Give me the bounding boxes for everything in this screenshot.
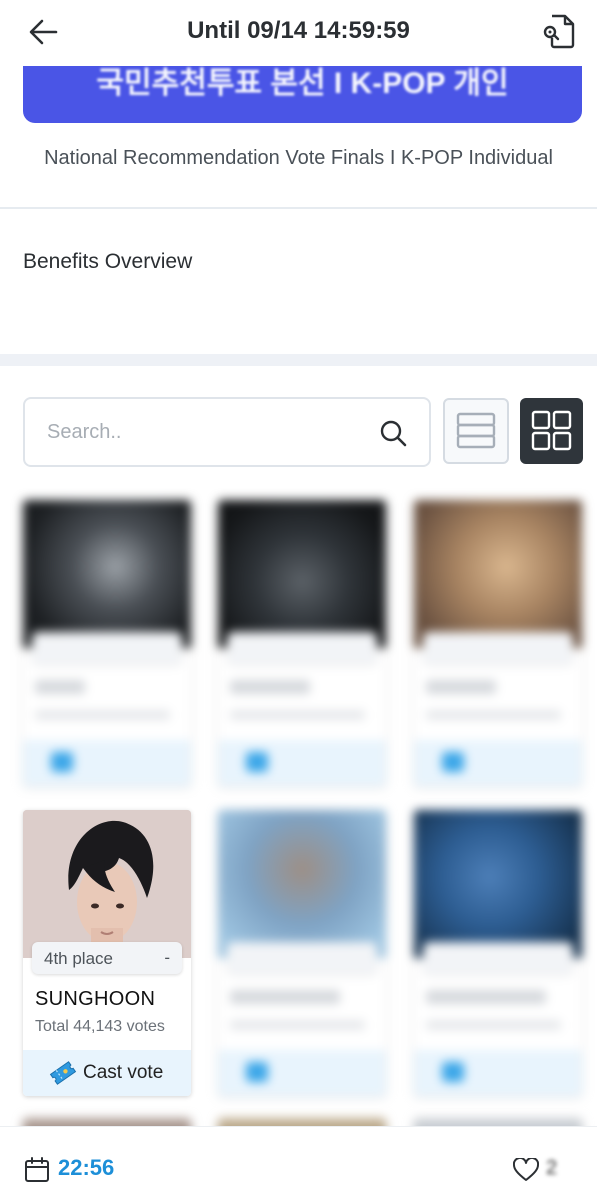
candidate-card[interactable]: [23, 500, 191, 786]
name-placeholder: [35, 680, 85, 694]
votes-placeholder: [35, 710, 170, 720]
section-divider: [0, 354, 597, 366]
rank-pill: 4th place -: [32, 942, 182, 974]
rank-pill: [227, 942, 377, 974]
candidate-card[interactable]: [218, 810, 386, 1096]
ticket-icon: [246, 1062, 268, 1082]
ticket-icon: [442, 1062, 464, 1082]
name-placeholder: [426, 990, 546, 1004]
countdown-timer: 22:56: [58, 1155, 115, 1180]
grid-view-icon: [531, 410, 572, 451]
candidate-photo: [414, 810, 582, 958]
cast-vote-label: Cast vote: [83, 1062, 164, 1083]
rank-pill: [227, 632, 377, 664]
rank-change: -: [164, 948, 170, 967]
name-placeholder: [230, 990, 340, 1004]
candidate-card[interactable]: [218, 500, 386, 786]
votes-placeholder: [230, 710, 365, 720]
event-banner: 국민추천투표 본선 I K-POP 개인: [23, 56, 582, 123]
share-button[interactable]: [541, 12, 577, 50]
candidate-photo: [23, 810, 191, 958]
grid-view-toggle[interactable]: [520, 398, 583, 464]
votes-placeholder: [426, 1020, 561, 1030]
candidate-photo: [218, 500, 386, 648]
votes-placeholder: [230, 1020, 365, 1030]
list-view-icon: [456, 412, 496, 449]
page-title: Until 09/14 14:59:59: [187, 17, 410, 44]
search-icon[interactable]: [379, 419, 407, 447]
rank-pill: [423, 632, 573, 664]
cast-vote-button[interactable]: [218, 740, 386, 786]
rank-label: 4th place: [44, 949, 113, 968]
candidate-photo: [414, 500, 582, 648]
cast-vote-button[interactable]: [218, 1050, 386, 1096]
candidate-card[interactable]: [414, 500, 582, 786]
heart-icon[interactable]: [513, 1158, 539, 1182]
calendar-icon: [25, 1157, 49, 1182]
divider: [0, 207, 597, 209]
candidate-card[interactable]: [414, 810, 582, 1096]
top-header: Until 09/14 14:59:59: [0, 0, 597, 66]
cast-vote-button[interactable]: [23, 740, 191, 786]
votes-placeholder: [426, 710, 561, 720]
ticket-icon: [49, 1061, 77, 1085]
cast-vote-button[interactable]: [414, 740, 582, 786]
name-placeholder: [230, 680, 310, 694]
ticket-icon: [442, 752, 464, 772]
share-document-icon: [543, 14, 575, 49]
name-placeholder: [426, 680, 496, 694]
candidate-name: SUNGHOON: [35, 988, 156, 1010]
cast-vote-button[interactable]: Cast vote: [23, 1050, 191, 1096]
candidate-photo: [218, 810, 386, 958]
benefits-overview-link[interactable]: Benefits Overview: [23, 250, 192, 274]
search-input[interactable]: [47, 399, 367, 465]
candidate-card-sunghoon[interactable]: 4th place - SUNGHOON Total 44,143 votes …: [23, 810, 191, 1096]
portrait-illustration: [23, 810, 191, 958]
search-box: [23, 397, 431, 467]
rank-pill: [423, 942, 573, 974]
event-subtitle: National Recommendation Vote Finals I K-…: [44, 147, 553, 169]
bottom-bar: 22:56 2: [0, 1126, 597, 1200]
candidate-votes: Total 44,143 votes: [35, 1018, 165, 1035]
rank-pill: [32, 632, 182, 664]
ticket-icon: [246, 752, 268, 772]
candidate-photo: [23, 500, 191, 648]
likes-count: 2: [546, 1157, 558, 1179]
ticket-icon: [51, 752, 73, 772]
list-view-toggle[interactable]: [443, 398, 509, 464]
cast-vote-button[interactable]: [414, 1050, 582, 1096]
